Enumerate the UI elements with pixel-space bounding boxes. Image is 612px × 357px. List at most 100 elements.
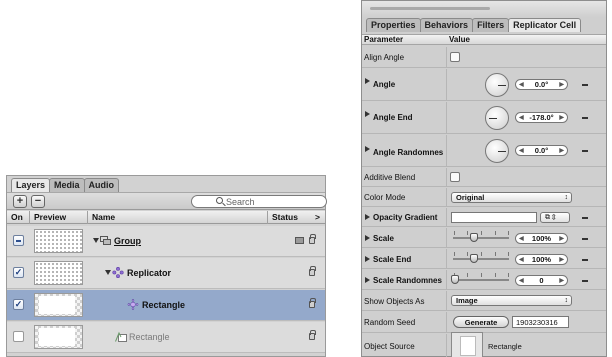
param-row-scale: Scale ◀ 100% ▶ <box>362 228 606 248</box>
tab-media[interactable]: Media <box>49 178 85 192</box>
disclosure-triangle-icon[interactable] <box>93 238 99 243</box>
random-seed-field[interactable]: 1903230316 <box>512 316 569 328</box>
color-mode-popup[interactable]: Original <box>451 192 572 203</box>
scale-value-field[interactable]: ◀ 100% ▶ <box>515 233 568 244</box>
tab-properties[interactable]: Properties <box>366 18 421 32</box>
tab-replicator-cell[interactable]: Replicator Cell <box>508 18 582 32</box>
remove-layer-button[interactable]: − <box>31 195 45 208</box>
reset-minus-icon[interactable] <box>582 217 588 219</box>
param-row-object-source: Object Source Rectangle <box>362 332 606 357</box>
scale-slider[interactable] <box>453 231 509 243</box>
slider-knob[interactable] <box>451 275 459 284</box>
param-label: Opacity Gradient <box>373 213 438 222</box>
layer-name: Rectangle <box>129 332 170 342</box>
tab-filters[interactable]: Filters <box>472 18 510 32</box>
layer-enable-checkbox[interactable]: ✓ <box>13 299 24 310</box>
reset-minus-icon[interactable] <box>582 259 588 261</box>
reset-minus-icon[interactable] <box>582 150 588 152</box>
layer-enable-checkbox[interactable] <box>13 331 24 342</box>
layer-thumbnail <box>34 261 83 285</box>
layers-header: On Preview Name Status > <box>7 211 325 224</box>
param-label: Show Objects As <box>364 297 425 306</box>
angle-end-dial[interactable] <box>485 106 509 130</box>
param-label: Angle <box>373 80 396 89</box>
tab-layers[interactable]: Layers <box>11 178 51 192</box>
reset-minus-icon[interactable] <box>582 238 588 240</box>
param-row-color-mode: Color Mode Original <box>362 188 606 207</box>
opacity-gradient-well[interactable] <box>451 212 537 223</box>
reset-minus-icon[interactable] <box>582 280 588 282</box>
layer-row-group[interactable]: Group <box>7 226 325 257</box>
angle-value-field[interactable]: ◀ 0.0° ▶ <box>515 79 568 90</box>
header-preview[interactable]: Preview <box>34 211 66 223</box>
generate-button[interactable]: Generate <box>453 316 509 328</box>
show-objects-as-popup[interactable]: Image <box>451 295 572 306</box>
search-input[interactable] <box>226 196 316 207</box>
tab-audio[interactable]: Audio <box>83 178 120 192</box>
angle-random-value-field[interactable]: ◀ 0.0° ▶ <box>515 145 568 156</box>
reset-minus-icon[interactable] <box>582 84 588 86</box>
layer-enable-checkbox[interactable] <box>13 235 24 246</box>
disclosure-triangle-icon[interactable] <box>365 277 370 283</box>
param-label: Random Seed <box>364 318 416 327</box>
add-layer-button[interactable]: + <box>13 195 27 208</box>
param-row-additive-blend: Additive Blend <box>362 168 606 187</box>
object-source-well[interactable] <box>451 332 483 357</box>
object-source-name: Rectangle <box>488 342 522 351</box>
layers-toolbar: + − <box>7 192 327 210</box>
disclosure-triangle-icon[interactable] <box>105 270 111 275</box>
disclosure-triangle-icon[interactable] <box>365 214 370 220</box>
param-label: Align Angle <box>364 53 405 62</box>
disclosure-triangle-icon[interactable] <box>365 235 370 241</box>
layer-row-rectangle[interactable]: Rectangle <box>7 322 325 353</box>
disclosure-triangle-icon[interactable] <box>365 111 370 117</box>
replicator-icon <box>112 267 124 278</box>
param-label: Additive Blend <box>364 173 416 182</box>
layer-thumbnail <box>34 325 83 349</box>
param-row-scale-end: Scale End ◀ 100% ▶ <box>362 249 606 269</box>
lock-icon[interactable] <box>309 234 316 244</box>
scale-end-slider[interactable] <box>453 252 509 264</box>
slider-knob[interactable] <box>470 233 478 242</box>
layer-name: Replicator <box>127 268 172 278</box>
scale-random-value-field[interactable]: ◀ 0 ▶ <box>515 275 568 286</box>
lock-icon[interactable] <box>309 298 316 308</box>
header-name[interactable]: Name <box>92 211 115 223</box>
param-row-angle-randomness: Angle Randomnes ◀ 0.0° ▶ <box>362 135 606 167</box>
lock-icon[interactable] <box>309 330 316 340</box>
align-angle-checkbox[interactable] <box>450 52 460 62</box>
scale-end-value-field[interactable]: ◀ 100% ▶ <box>515 254 568 265</box>
param-row-angle-end: Angle End ◀ -178.0° ▶ <box>362 102 606 134</box>
param-label: Angle Randomnes <box>373 148 444 157</box>
search-field[interactable] <box>191 195 327 208</box>
param-label: Angle End <box>373 113 413 122</box>
gradient-preset-popup[interactable]: ⧉ ⇕ <box>540 212 570 223</box>
layer-thumbnail <box>34 229 83 253</box>
header-parameter: Parameter <box>364 35 404 44</box>
column-chevron-icon[interactable]: > <box>315 211 320 223</box>
header-status[interactable]: Status <box>272 211 298 223</box>
angle-dial[interactable] <box>485 73 509 97</box>
inspector-tabs: Properties Behaviors Filters Replicator … <box>366 18 582 32</box>
layer-enable-checkbox[interactable]: ✓ <box>13 267 24 278</box>
layers-tabs: Layers Media Audio <box>11 178 120 192</box>
layer-row-rectangle-cell[interactable]: ✓ Rectangle <box>7 290 325 321</box>
param-label: Scale End <box>373 255 412 264</box>
scale-random-slider[interactable] <box>451 273 509 285</box>
layer-row-replicator[interactable]: ✓ Replicator <box>7 258 325 289</box>
param-row-show-objects-as: Show Objects As Image <box>362 291 606 311</box>
angle-random-dial[interactable] <box>485 139 509 163</box>
lock-icon[interactable] <box>309 266 316 276</box>
slider-knob[interactable] <box>470 254 478 263</box>
param-row-scale-randomness: Scale Randomnes ◀ 0 ▶ <box>362 270 606 290</box>
param-label: Color Mode <box>364 193 406 202</box>
reset-minus-icon[interactable] <box>582 117 588 119</box>
inspector-top-bar <box>362 1 606 17</box>
disclosure-triangle-icon[interactable] <box>365 146 370 152</box>
header-on[interactable]: On <box>11 211 23 223</box>
angle-end-value-field[interactable]: ◀ -178.0° ▶ <box>515 112 568 123</box>
disclosure-triangle-icon[interactable] <box>365 256 370 262</box>
tab-behaviors[interactable]: Behaviors <box>419 18 474 32</box>
additive-blend-checkbox[interactable] <box>450 172 460 182</box>
disclosure-triangle-icon[interactable] <box>365 78 370 84</box>
